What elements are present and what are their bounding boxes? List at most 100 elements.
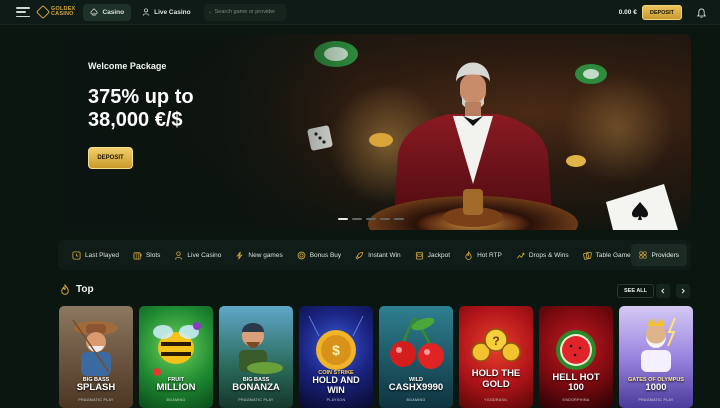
game-card[interactable]: BIG BASS BONANZA PRAGMATIC PLAY (219, 306, 293, 408)
games-row: BIG BASS SPLASH PRAGMATIC PLAY FRUIT MIL… (59, 306, 693, 408)
spade-icon (90, 8, 98, 16)
dealer-icon (175, 250, 183, 260)
category-label: Bonus Buy (309, 251, 342, 259)
category-label: Hot RTP (477, 251, 502, 259)
balance[interactable]: 0.00 € (619, 9, 637, 16)
game-title-line2: SPLASH (76, 382, 116, 393)
top-bar: GOLDEX CASINO Casino Live Casino 0.00 € … (0, 0, 720, 25)
rocket-icon (355, 251, 364, 260)
game-art: ? (459, 306, 533, 408)
game-card[interactable]: GATES OF OLYMPUS 1000 PRAGMATIC PLAY (619, 306, 693, 408)
see-all-button[interactable]: SEE ALL (617, 284, 655, 298)
game-provider: PRAGMATIC PLAY (238, 398, 274, 402)
logo-mark-icon (35, 4, 51, 20)
tab-live-label: Live Casino (154, 8, 191, 16)
game-card[interactable]: WILD CASHX9990 BGAMING (379, 306, 453, 408)
logo[interactable]: GOLDEX CASINO (35, 4, 75, 20)
carousel-dots (338, 218, 404, 220)
category-jackpot[interactable]: Jackpot (415, 251, 450, 260)
game-title-line2: HOLD AND WIN (312, 375, 360, 395)
category-last-played[interactable]: Last Played (72, 250, 119, 260)
svg-text:?: ? (492, 334, 499, 348)
game-title-line2: BONANZA (232, 382, 280, 393)
logo-text-2: CASINO (51, 11, 74, 17)
game-title-line2: GOLD (482, 379, 510, 390)
hero-title: 375% up to 38,000 €/$ (88, 86, 288, 132)
game-provider: PRAGMATIC PLAY (78, 398, 114, 402)
svg-text:$: $ (332, 342, 340, 358)
category-bonus-buy[interactable]: Bonus Buy (297, 251, 341, 260)
hero-title-line2: 38,000 €/$ (88, 109, 183, 131)
grid-icon (638, 251, 647, 259)
carousel-dot[interactable] (352, 218, 362, 220)
cards-icon (582, 251, 592, 260)
flame-icon (61, 284, 69, 295)
gold-coins-illustration: ? (471, 328, 521, 362)
game-title-line1: HOLD THE (471, 368, 521, 379)
hero-title-line1: 375% up to (88, 86, 194, 108)
flame-icon (465, 250, 472, 260)
category-label: Last Played (85, 251, 119, 259)
search-box[interactable] (203, 3, 286, 21)
game-provider: BGAMING (166, 398, 186, 402)
hero-banner[interactable]: Welcome Package 375% up to 38,000 €/$ DE… (58, 34, 691, 230)
game-title-line2: CASHX9990 (388, 382, 444, 393)
providers-button[interactable]: Providers (630, 244, 687, 266)
dealer-icon (142, 8, 150, 16)
category-live-casino[interactable]: Live Casino (174, 250, 222, 260)
clock-icon (72, 250, 81, 260)
carousel-dot[interactable] (338, 218, 348, 220)
drops-icon (516, 252, 525, 258)
bell-icon[interactable] (697, 8, 706, 18)
category-new-games[interactable]: New games (235, 251, 283, 260)
category-label: Instant Win (368, 251, 401, 259)
game-card[interactable]: HELL HOT 100 ENDORPHINA (539, 306, 613, 408)
game-provider: PLAYSON (326, 398, 346, 402)
category-label: Jackpot (427, 251, 451, 259)
game-card[interactable]: FRUIT MILLION BGAMING (139, 306, 213, 408)
game-provider: ENDORPHINA (562, 398, 590, 402)
category-label: New games (248, 251, 283, 259)
category-hot-rtp[interactable]: Hot RTP (464, 250, 502, 260)
slots-icon (133, 251, 142, 260)
tab-live-casino[interactable]: Live Casino (135, 4, 197, 21)
tab-casino-label: Casino (102, 8, 125, 16)
category-slots[interactable]: Slots (133, 251, 160, 260)
section-title-label: Top (76, 284, 94, 295)
game-card[interactable]: ? HOLD THE GOLD YGGDRASIL (459, 306, 533, 408)
category-table-games[interactable]: Table Games (582, 251, 634, 260)
game-title-line2: 100 (568, 382, 584, 393)
hero-subtitle: Welcome Package (88, 61, 167, 71)
game-card[interactable]: $ COIN STRIKE HOLD AND WIN PLAYSON (299, 306, 373, 408)
category-label: Drops & Wins (528, 251, 569, 259)
category-bar: Last Played Slots Live Casino New games … (58, 240, 691, 270)
game-card[interactable]: BIG BASS SPLASH PRAGMATIC PLAY (59, 306, 133, 408)
section-title: Top (60, 284, 94, 295)
category-instant-win[interactable]: Instant Win (355, 251, 401, 260)
chevron-left-icon (661, 288, 665, 294)
category-label: Table Games (595, 251, 634, 259)
search-input[interactable] (214, 9, 281, 15)
category-drops-wins[interactable]: Drops & Wins (516, 251, 569, 260)
providers-label: Providers (651, 251, 679, 259)
bolt-icon (236, 251, 243, 259)
chevron-right-icon (681, 288, 685, 294)
game-title-line2: MILLION (156, 382, 196, 393)
carousel-dot[interactable] (366, 218, 376, 220)
next-button[interactable] (676, 284, 690, 298)
coin-icon (297, 251, 306, 259)
category-label: Slots (145, 251, 161, 259)
category-label: Live Casino (187, 251, 222, 259)
carousel-dot[interactable] (380, 218, 390, 220)
carousel-dot[interactable] (394, 218, 404, 220)
game-provider: YGGDRASIL (484, 398, 508, 402)
game-provider: BGAMING (406, 398, 426, 402)
deposit-button[interactable]: DEPOSIT (641, 5, 682, 20)
tab-casino[interactable]: Casino (83, 3, 132, 21)
menu-icon[interactable] (16, 7, 30, 17)
game-provider: PRAGMATIC PLAY (638, 398, 674, 402)
search-icon (208, 11, 211, 13)
game-title-line2: 1000 (645, 382, 667, 393)
hero-deposit-button[interactable]: DEPOSIT (88, 147, 133, 169)
prev-button[interactable] (656, 284, 670, 298)
